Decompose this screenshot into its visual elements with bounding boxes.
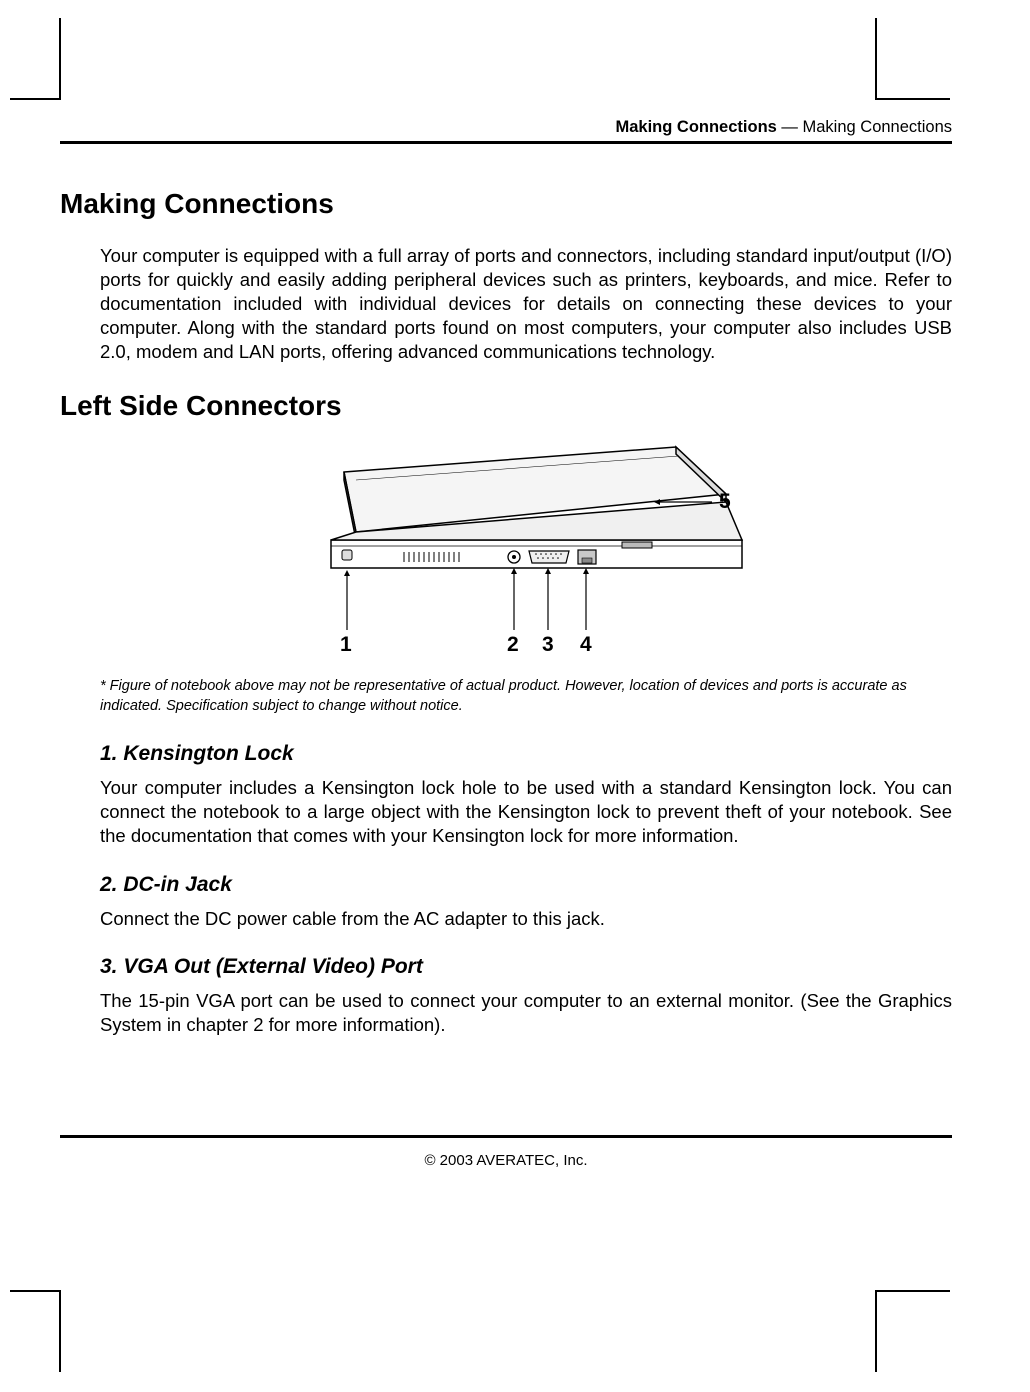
figure-left-side-connectors: 1 2 3 4 5 bbox=[100, 440, 952, 665]
heading-vga-out: 3. VGA Out (External Video) Port bbox=[100, 955, 952, 979]
callout-2: 2 bbox=[507, 633, 519, 657]
callout-3: 3 bbox=[542, 633, 554, 657]
callout-5: 5 bbox=[719, 490, 731, 514]
header-rule bbox=[60, 141, 952, 144]
body-kensington-lock: Your computer includes a Kensington lock… bbox=[100, 776, 952, 848]
page-footer: © 2003 AVERATEC, Inc. bbox=[60, 1135, 952, 1169]
body-vga-out: The 15-pin VGA port can be used to conne… bbox=[100, 989, 952, 1037]
laptop-svg bbox=[296, 440, 756, 660]
header-normal: Making Connections bbox=[803, 118, 953, 136]
figure-caption: * Figure of notebook above may not be re… bbox=[100, 677, 952, 716]
footer-copyright: © 2003 AVERATEC, Inc. bbox=[60, 1152, 952, 1169]
callout-1: 1 bbox=[340, 633, 352, 657]
heading-kensington-lock: 1. Kensington Lock bbox=[100, 742, 952, 766]
page-header: Making Connections — Making Connections bbox=[60, 118, 952, 137]
heading-making-connections: Making Connections bbox=[60, 188, 952, 220]
footer-rule bbox=[60, 1135, 952, 1138]
page-content: Making Connections — Making Connections … bbox=[60, 118, 952, 1061]
header-sep: — bbox=[777, 118, 803, 136]
heading-dc-in-jack: 2. DC-in Jack bbox=[100, 873, 952, 897]
heading-left-side-connectors: Left Side Connectors bbox=[60, 390, 952, 422]
body-dc-in-jack: Connect the DC power cable from the AC a… bbox=[100, 907, 952, 931]
callout-4: 4 bbox=[580, 633, 592, 657]
laptop-diagram: 1 2 3 4 5 bbox=[296, 440, 756, 660]
header-bold: Making Connections bbox=[615, 118, 776, 136]
intro-paragraph: Your computer is equipped with a full ar… bbox=[100, 244, 952, 364]
